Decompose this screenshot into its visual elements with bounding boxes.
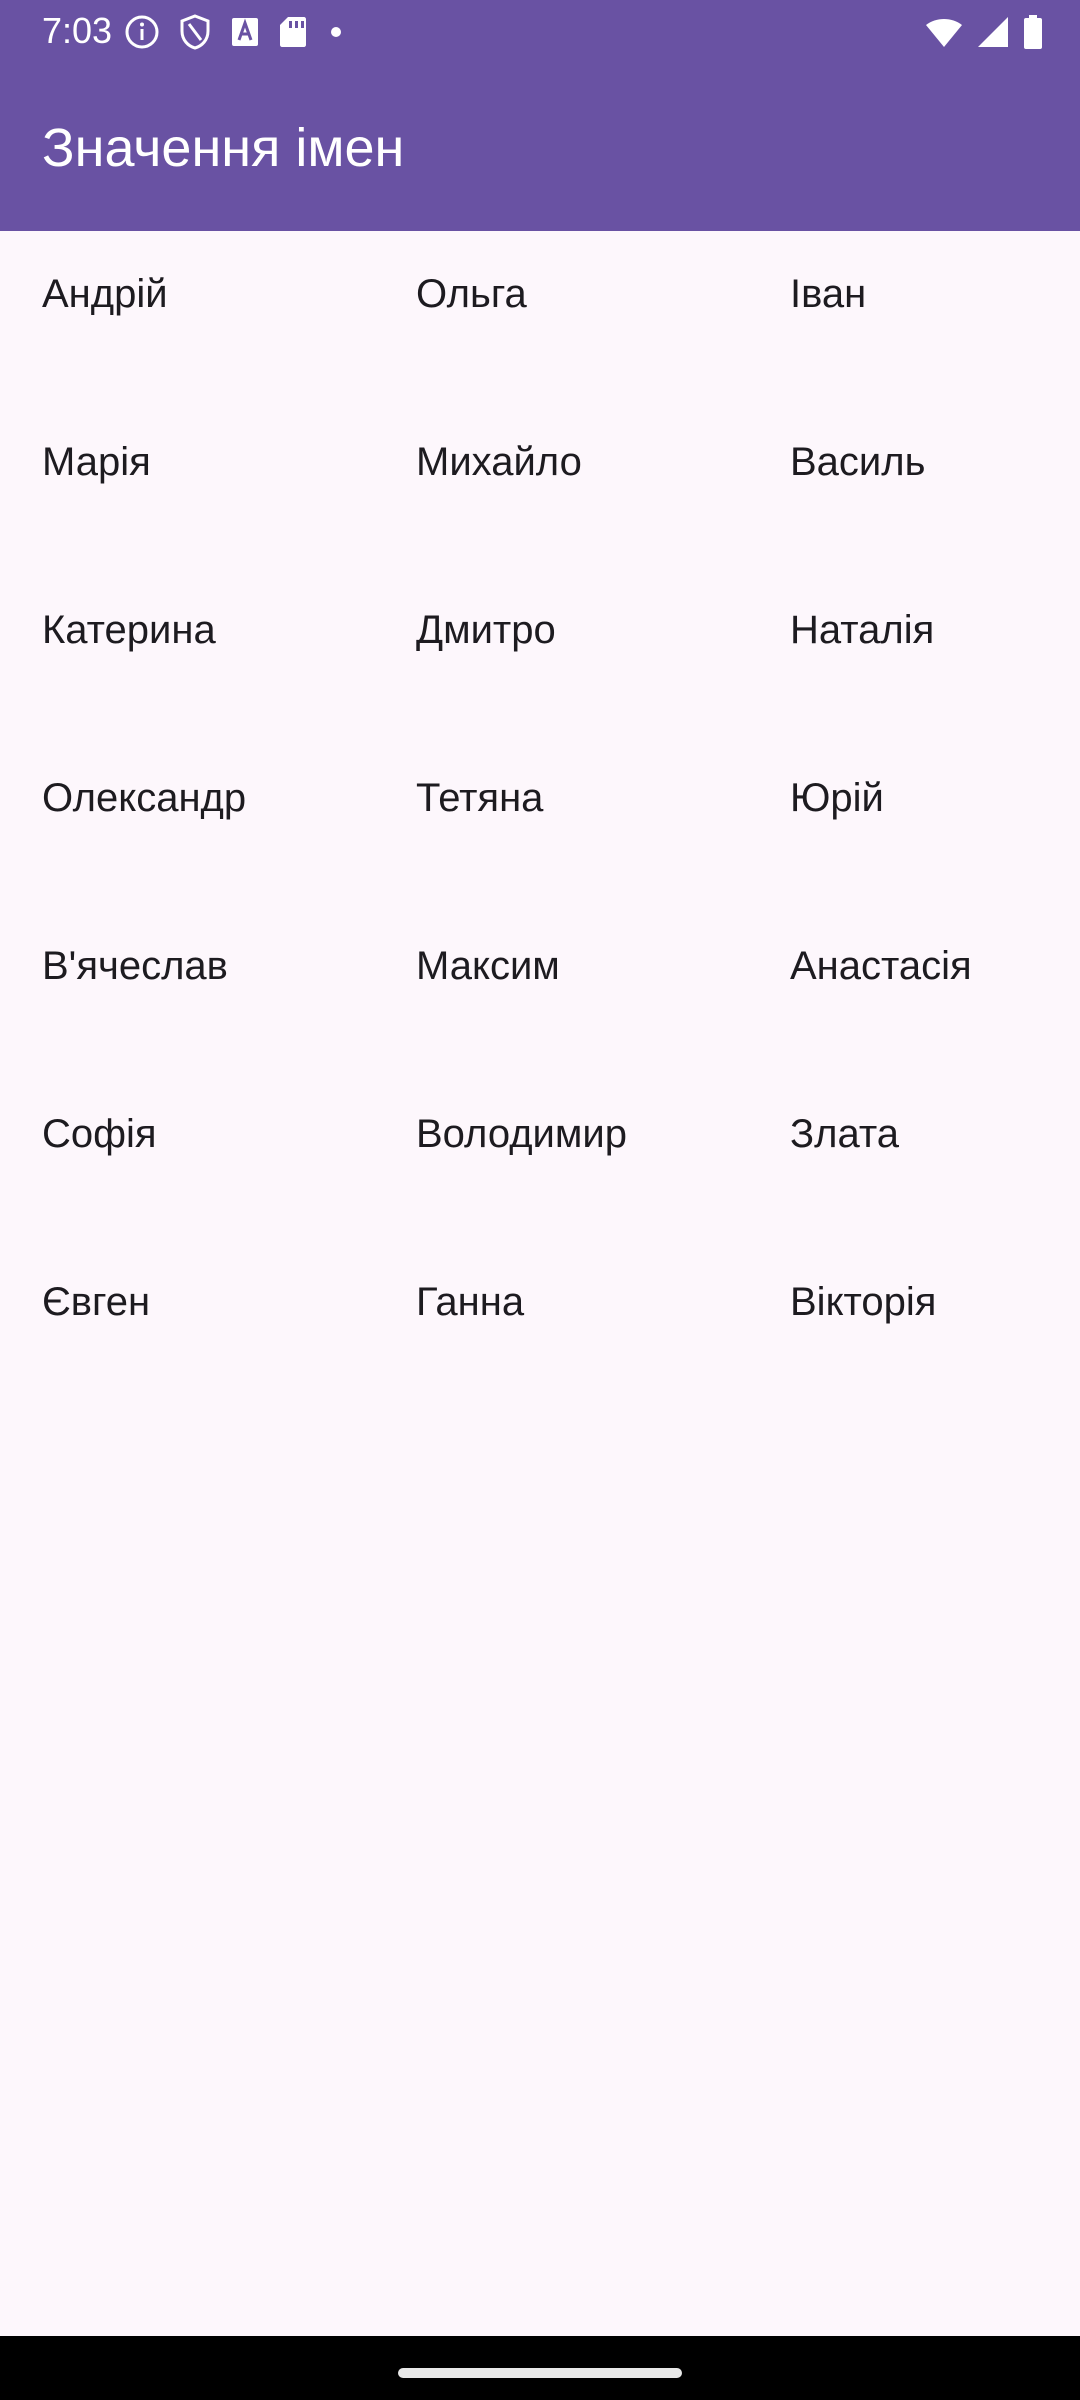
name-label: Тетяна <box>416 776 544 820</box>
battery-icon <box>1022 14 1044 50</box>
cell-signal-icon <box>976 15 1010 49</box>
name-item[interactable]: Наталія <box>748 567 1080 735</box>
home-gesture-handle[interactable] <box>398 2368 682 2378</box>
name-item[interactable]: Андрій <box>0 231 374 399</box>
name-label: Наталія <box>790 608 935 652</box>
navigation-bar <box>0 2336 1080 2400</box>
dot-icon <box>326 22 346 42</box>
name-item[interactable]: Катерина <box>0 567 374 735</box>
name-item[interactable]: В'ячеслав <box>0 903 374 1071</box>
status-bar: 7:03 <box>0 0 1080 62</box>
name-label: В'ячеслав <box>42 944 228 988</box>
name-label: Олександр <box>42 776 247 820</box>
name-item[interactable]: Ольга <box>374 231 748 399</box>
name-label: Дмитро <box>416 608 556 652</box>
shield-icon <box>178 13 212 51</box>
name-label: Юрій <box>790 776 884 820</box>
name-label: Вікторія <box>790 1280 937 1324</box>
name-item[interactable]: Олександр <box>0 735 374 903</box>
name-label: Євген <box>42 1280 151 1324</box>
font-a-icon <box>230 16 260 48</box>
name-label: Анастасія <box>790 944 972 988</box>
status-system-icons <box>924 12 1044 52</box>
name-item[interactable]: Юрій <box>748 735 1080 903</box>
name-label: Ольга <box>416 272 527 316</box>
name-label: Андрій <box>42 272 168 316</box>
name-label: Ганна <box>416 1280 525 1324</box>
name-item[interactable]: Софія <box>0 1071 374 1239</box>
name-item[interactable]: Ганна <box>374 1239 748 1407</box>
name-label: Максим <box>416 944 560 988</box>
name-item[interactable]: Вікторія <box>748 1239 1080 1407</box>
page-title: Значення імен <box>42 118 405 178</box>
status-time: 7:03 <box>42 10 113 51</box>
name-item[interactable]: Василь <box>748 399 1080 567</box>
status-notification-icons <box>124 12 346 52</box>
name-label: Злата <box>790 1112 899 1156</box>
name-item[interactable]: Злата <box>748 1071 1080 1239</box>
name-label: Володимир <box>416 1112 627 1156</box>
name-item[interactable]: Анастасія <box>748 903 1080 1071</box>
name-label: Михайло <box>416 440 582 484</box>
sd-card-icon <box>278 15 308 49</box>
info-icon <box>124 14 160 50</box>
name-item[interactable]: Максим <box>374 903 748 1071</box>
name-label: Василь <box>790 440 926 484</box>
name-item[interactable]: Євген <box>0 1239 374 1407</box>
name-item[interactable]: Марія <box>0 399 374 567</box>
name-item[interactable]: Дмитро <box>374 567 748 735</box>
app-bar: Значення імен <box>0 62 1080 231</box>
name-label: Софія <box>42 1112 157 1156</box>
name-label: Катерина <box>42 608 216 652</box>
names-grid: Андрій Ольга Іван Марія Михайло Василь К… <box>0 231 1080 1407</box>
name-item[interactable]: Тетяна <box>374 735 748 903</box>
name-label: Іван <box>790 272 867 316</box>
name-item[interactable]: Михайло <box>374 399 748 567</box>
name-item[interactable]: Іван <box>748 231 1080 399</box>
name-label: Марія <box>42 440 151 484</box>
wifi-icon <box>924 16 964 48</box>
name-item[interactable]: Володимир <box>374 1071 748 1239</box>
